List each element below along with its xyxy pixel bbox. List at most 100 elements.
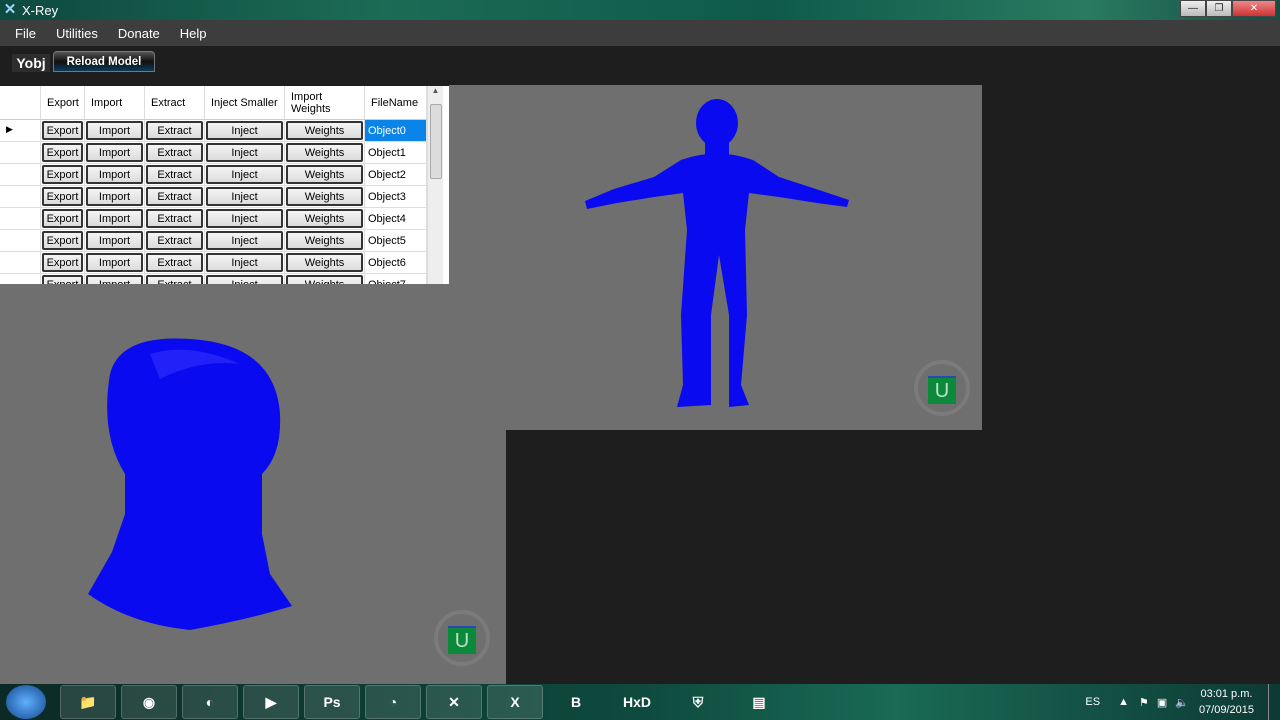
column-header-inject-smaller[interactable]: Inject Smaller (205, 86, 285, 119)
inject-button[interactable]: Inject (206, 165, 283, 184)
extract-button[interactable]: Extract (146, 165, 203, 184)
notepad-app-taskbar-icon[interactable]: ▤ (731, 685, 787, 719)
weights-button[interactable]: Weights (286, 143, 363, 162)
export-button[interactable]: Export (42, 231, 83, 250)
extract-button[interactable]: Extract (146, 209, 203, 228)
inject-button[interactable]: Inject (206, 275, 283, 284)
inject-button[interactable]: Inject (206, 231, 283, 250)
row-header[interactable] (0, 164, 41, 185)
extract-button[interactable]: Extract (146, 231, 203, 250)
filename-cell[interactable]: Object5 (365, 230, 427, 251)
network-icon[interactable]: ▣ (1157, 696, 1167, 709)
hxd-taskbar-icon[interactable]: HxD (609, 685, 665, 719)
x-app-taskbar-icon[interactable]: X (487, 685, 543, 719)
extract-button[interactable]: Extract (146, 143, 203, 162)
import-button[interactable]: Import (86, 165, 143, 184)
weights-button[interactable]: Weights (286, 165, 363, 184)
row-header[interactable] (0, 208, 41, 229)
import-button[interactable]: Import (86, 253, 143, 272)
export-button[interactable]: Export (42, 209, 83, 228)
firefox-taskbar-icon[interactable]: ◉ (121, 685, 177, 719)
export-button[interactable]: Export (42, 121, 83, 140)
filename-cell[interactable]: Object3 (365, 186, 427, 207)
column-header-extract[interactable]: Extract (145, 86, 205, 119)
scroll-up-arrow-icon[interactable]: ▲ (428, 86, 443, 95)
photoshop-taskbar-icon[interactable]: Ps (304, 685, 360, 719)
row-header[interactable] (0, 142, 41, 163)
table-row[interactable]: ▶ Export Import Extract Inject Weights Object0 (0, 120, 427, 142)
extract-button[interactable]: Extract (146, 187, 203, 206)
row-header[interactable] (0, 186, 41, 207)
table-row[interactable]: Export Import Extract Inject Weights Object1 (0, 142, 427, 164)
export-button[interactable]: Export (42, 165, 83, 184)
windows-update-taskbar-icon[interactable]: ⛨ (670, 685, 726, 719)
row-header[interactable] (0, 230, 41, 251)
start-button[interactable] (6, 685, 46, 719)
inject-button[interactable]: Inject (206, 143, 283, 162)
export-button[interactable]: Export (42, 187, 83, 206)
extract-button[interactable]: Extract (146, 275, 203, 284)
language-indicator[interactable]: ES (1085, 696, 1100, 708)
weights-button[interactable]: Weights (286, 253, 363, 272)
inject-button[interactable]: Inject (206, 209, 283, 228)
head-viewport[interactable]: U (0, 284, 506, 684)
close-button[interactable]: ✕ (1232, 0, 1276, 17)
grid-scrollbar[interactable]: ▲ (427, 86, 443, 284)
media-player-taskbar-icon[interactable]: ▶ (243, 685, 299, 719)
file-explorer-taskbar-icon[interactable]: 📁 (60, 685, 116, 719)
import-button[interactable]: Import (86, 121, 143, 140)
menu-file[interactable]: File (15, 26, 36, 41)
filename-cell[interactable]: Object4 (365, 208, 427, 229)
filename-cell[interactable]: Object1 (365, 142, 427, 163)
reload-model-button[interactable]: Reload Model (53, 51, 155, 72)
import-button[interactable]: Import (86, 231, 143, 250)
volume-icon[interactable]: 🔈 (1175, 696, 1189, 709)
column-header-import[interactable]: Import (85, 86, 145, 119)
filename-cell[interactable]: Object6 (365, 252, 427, 273)
weights-button[interactable]: Weights (286, 187, 363, 206)
clock[interactable]: 03:01 p.m. 07/09/2015 (1199, 686, 1254, 718)
viewport-u-button[interactable]: U (914, 360, 970, 416)
row-header[interactable]: ▶ (0, 120, 41, 141)
table-row[interactable]: Export Import Extract Inject Weights Object3 (0, 186, 427, 208)
filename-cell[interactable]: Object2 (365, 164, 427, 185)
inject-button[interactable]: Inject (206, 187, 283, 206)
show-desktop-button[interactable] (1268, 684, 1280, 720)
weights-button[interactable]: Weights (286, 121, 363, 140)
import-button[interactable]: Import (86, 143, 143, 162)
column-header-filename[interactable]: FileName (365, 86, 427, 119)
extract-button[interactable]: Extract (146, 253, 203, 272)
minimize-button[interactable]: — (1180, 0, 1206, 17)
row-header[interactable] (0, 252, 41, 273)
column-header-import-weights[interactable]: Import Weights (285, 86, 365, 119)
export-button[interactable]: Export (42, 143, 83, 162)
x-rey-taskbar-icon[interactable]: ✕ (426, 685, 482, 719)
export-button[interactable]: Export (42, 253, 83, 272)
filename-cell[interactable]: Object0 (365, 120, 427, 141)
inject-button[interactable]: Inject (206, 121, 283, 140)
table-row[interactable]: Export Import Extract Inject Weights Object5 (0, 230, 427, 252)
weights-button[interactable]: Weights (286, 209, 363, 228)
media-center-taskbar-icon[interactable]: ◐ (182, 685, 238, 719)
bink-video-taskbar-icon[interactable]: B (548, 685, 604, 719)
extract-button[interactable]: Extract (146, 121, 203, 140)
table-row[interactable]: Export Import Extract Inject Weights Object6 (0, 252, 427, 274)
filename-cell[interactable]: Object7 (365, 274, 427, 284)
column-header-export[interactable]: Export (41, 86, 85, 119)
restore-button[interactable]: ❐ (1206, 0, 1232, 17)
weights-button[interactable]: Weights (286, 231, 363, 250)
action-center-flag-icon[interactable]: ⚑ (1139, 696, 1149, 709)
import-button[interactable]: Import (86, 275, 143, 284)
show-hidden-icons-icon[interactable]: ▲ (1118, 696, 1129, 708)
full-body-viewport[interactable]: U (449, 85, 982, 430)
import-button[interactable]: Import (86, 209, 143, 228)
row-header[interactable] (0, 274, 41, 284)
table-row[interactable]: ExportImportExtractInjectWeightsObject7 (0, 274, 427, 284)
export-button[interactable]: Export (42, 275, 83, 284)
blender-taskbar-icon[interactable]: ◔ (365, 685, 421, 719)
menu-utilities[interactable]: Utilities (56, 26, 98, 41)
import-button[interactable]: Import (86, 187, 143, 206)
inject-button[interactable]: Inject (206, 253, 283, 272)
table-row[interactable]: Export Import Extract Inject Weights Object2 (0, 164, 427, 186)
menu-donate[interactable]: Donate (118, 26, 160, 41)
